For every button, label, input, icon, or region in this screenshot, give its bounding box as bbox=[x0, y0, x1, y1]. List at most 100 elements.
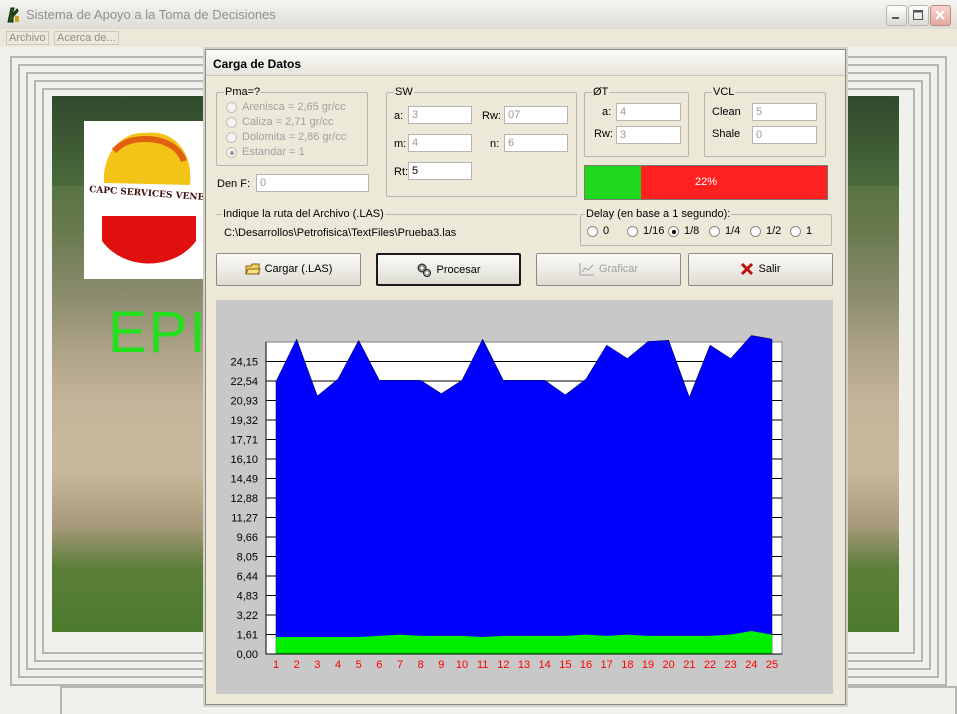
graficar-button[interactable]: Graficar bbox=[536, 253, 681, 286]
sw-rt-field[interactable]: 5 bbox=[408, 162, 472, 180]
minimize-button[interactable] bbox=[886, 5, 907, 26]
x-tick-label: 5 bbox=[356, 659, 362, 671]
sw-a-field[interactable]: 3 bbox=[408, 106, 472, 124]
vcl-clean-field[interactable]: 5 bbox=[752, 103, 817, 121]
sw-rw-field[interactable]: 07 bbox=[504, 106, 568, 124]
salir-button[interactable]: Salir bbox=[688, 253, 833, 286]
y-tick-label: 14,49 bbox=[230, 474, 258, 486]
cargar-las-label: Cargar (.LAS) bbox=[264, 263, 333, 275]
y-tick-label: 6,44 bbox=[237, 571, 258, 583]
sw-rt-label: Rt: bbox=[394, 166, 409, 178]
menu-acerca-de[interactable]: Acerca de... bbox=[54, 31, 119, 45]
delay-radio-1[interactable] bbox=[790, 226, 801, 237]
pma-option-estandar: Estandar = 1 bbox=[242, 146, 305, 158]
carga-de-datos-dialog: Carga de Datos Pma=? Arenisca = 2,65 gr/… bbox=[205, 49, 846, 705]
vcl-group: VCL bbox=[704, 86, 826, 157]
delay-option-1-16: 1/16 bbox=[643, 225, 665, 237]
sw-n-field[interactable]: 6 bbox=[504, 134, 568, 152]
menu-bar: Archivo Acerca de... bbox=[0, 29, 957, 47]
sw-m-field[interactable]: 4 bbox=[408, 134, 472, 152]
main-title-bar: Sistema de Apoyo a la Toma de Decisiones bbox=[0, 0, 957, 31]
background-epi-text: EPI bbox=[108, 300, 208, 365]
x-tick-label: 12 bbox=[497, 659, 509, 671]
app-icon bbox=[7, 7, 19, 23]
x-tick-label: 11 bbox=[477, 659, 488, 671]
den-f-label: Den F: bbox=[217, 178, 251, 190]
x-tick-label: 10 bbox=[456, 659, 468, 671]
x-tick-label: 9 bbox=[438, 659, 444, 671]
minimize-icon bbox=[892, 17, 899, 19]
maximize-button[interactable] bbox=[908, 5, 929, 26]
phi-t-group: ØT bbox=[584, 86, 689, 157]
x-tick-label: 6 bbox=[376, 659, 382, 671]
x-tick-label: 2 bbox=[294, 659, 300, 671]
pma-radio-caliza[interactable] bbox=[226, 117, 237, 128]
file-path-text: C:\Desarrollos\Petrofisica\TextFiles\Pru… bbox=[224, 227, 457, 239]
x-tick-label: 13 bbox=[518, 659, 530, 671]
delay-option-1-2: 1/2 bbox=[766, 225, 782, 237]
x-tick-label: 1 bbox=[273, 659, 279, 671]
delay-radio-1-2[interactable] bbox=[750, 226, 761, 237]
phi-t-rw-label: Rw: bbox=[594, 128, 613, 140]
vcl-shale-label: Shale bbox=[712, 128, 741, 140]
x-tick-label: 15 bbox=[559, 659, 571, 671]
vcl-shale-field[interactable]: 0 bbox=[752, 126, 817, 144]
delay-group-label: Delay (en base a 1 segundo): bbox=[585, 208, 732, 220]
vcl-group-label: VCL bbox=[712, 86, 736, 98]
sw-rw-label: Rw: bbox=[482, 110, 501, 122]
x-tick-label: 25 bbox=[766, 659, 778, 671]
close-icon bbox=[935, 10, 945, 20]
sw-n-label: n: bbox=[490, 138, 500, 150]
file-group-label: Indique la ruta del Archivo (.LAS) bbox=[222, 208, 385, 220]
close-window-button[interactable] bbox=[930, 5, 951, 26]
phi-t-a-field[interactable]: 4 bbox=[616, 103, 681, 121]
x-tick-label: 24 bbox=[745, 659, 757, 671]
pma-option-caliza: Caliza = 2,71 gr/cc bbox=[242, 116, 334, 128]
phi-t-group-label: ØT bbox=[592, 86, 610, 98]
delay-option-1-4: 1/4 bbox=[725, 225, 741, 237]
pma-radio-dolomita[interactable] bbox=[226, 132, 237, 143]
pma-radio-estandar[interactable] bbox=[226, 147, 237, 158]
menu-archivo[interactable]: Archivo bbox=[6, 31, 49, 45]
series-area-top bbox=[275, 335, 773, 655]
den-f-field[interactable]: 0 bbox=[256, 174, 369, 192]
delay-radio-1-16[interactable] bbox=[627, 226, 638, 237]
graficar-label: Graficar bbox=[598, 263, 639, 275]
chart-panel: 24,15 22,54 20,93 19,32 17,71 16,10 14,49 12,88… bbox=[216, 300, 833, 694]
y-tick-label: 19,32 bbox=[230, 415, 258, 427]
sw-group-label: SW bbox=[394, 86, 414, 98]
delay-radio-1-4[interactable] bbox=[709, 226, 720, 237]
delay-radio-1-8[interactable] bbox=[668, 226, 679, 237]
company-logo: CAPC SERVICES VENEZUELA bbox=[84, 121, 209, 279]
delay-radio-0[interactable] bbox=[587, 226, 598, 237]
y-tick-label: 17,71 bbox=[230, 435, 258, 447]
x-tick-label: 14 bbox=[539, 659, 551, 671]
progress-text: 22% bbox=[694, 176, 718, 188]
dialog-title: Carga de Datos bbox=[213, 57, 302, 71]
cargar-las-button[interactable]: Cargar (.LAS) bbox=[216, 253, 361, 286]
y-tick-label: 24,15 bbox=[230, 357, 258, 369]
pma-option-arenisca: Arenisca = 2,65 gr/cc bbox=[242, 101, 346, 113]
phi-t-a-label: a: bbox=[602, 106, 612, 118]
x-tick-label: 4 bbox=[335, 659, 341, 671]
delay-option-1: 1 bbox=[806, 225, 813, 237]
chart-icon bbox=[579, 263, 594, 276]
pma-group-label: Pma=? bbox=[224, 86, 262, 98]
pma-radio-arenisca[interactable] bbox=[226, 102, 237, 113]
y-tick-label: 9,66 bbox=[237, 532, 258, 544]
x-tick-label: 7 bbox=[397, 659, 403, 671]
load-file-icon bbox=[244, 263, 261, 275]
y-tick-label: 16,10 bbox=[230, 454, 258, 466]
y-tick-label: 4,83 bbox=[237, 591, 258, 603]
exit-x-icon bbox=[741, 263, 754, 276]
progress-bar: 22% bbox=[584, 165, 828, 200]
x-tick-label: 19 bbox=[642, 659, 654, 671]
x-tick-label: 21 bbox=[683, 659, 695, 671]
x-tick-label: 16 bbox=[580, 659, 592, 671]
procesar-button[interactable]: Procesar bbox=[376, 253, 521, 286]
vcl-clean-label: Clean bbox=[712, 106, 741, 118]
delay-option-0: 0 bbox=[603, 225, 610, 237]
procesar-label: Procesar bbox=[436, 264, 481, 276]
phi-t-rw-field[interactable]: 3 bbox=[616, 126, 681, 144]
y-tick-label: 11,27 bbox=[231, 513, 258, 525]
